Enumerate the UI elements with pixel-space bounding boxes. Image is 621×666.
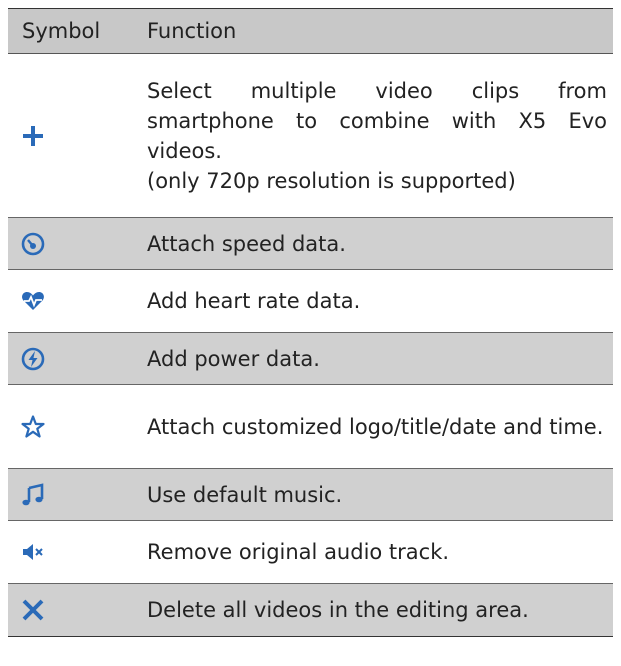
table-row: Select multiple video clips from smartph…: [8, 54, 613, 218]
symbol-column-header: Symbol: [22, 19, 101, 43]
star-icon: [21, 414, 45, 438]
table-row: Delete all videos in the editing area.: [8, 583, 613, 637]
table-row: Add power data.: [8, 332, 613, 385]
speedometer-icon: [21, 232, 45, 255]
power-bolt-icon: [21, 347, 45, 370]
table-row: Use default music.: [8, 468, 613, 521]
function-text: Attach speed data.: [147, 231, 346, 256]
table-row: Attach customized logo/title/date and ti…: [8, 385, 613, 469]
symbol-function-table: Symbol Function Select multiple video cl…: [8, 8, 613, 637]
delete-x-icon: [22, 599, 44, 621]
function-text: Add heart rate data.: [147, 289, 361, 313]
function-text: Remove original audio track.: [147, 540, 450, 564]
heart-rate-icon: [22, 292, 44, 310]
function-text: Add power data.: [147, 346, 320, 371]
table-row: Remove original audio track.: [8, 521, 613, 584]
function-text: Delete all videos in the editing area.: [147, 598, 529, 622]
music-note-icon: [22, 482, 44, 505]
mute-speaker-icon: [23, 544, 43, 560]
function-column-header: Function: [147, 19, 237, 43]
function-note: (only 720p resolution is supported): [147, 168, 516, 193]
function-text: Select multiple video clips from smartph…: [147, 78, 607, 163]
function-text: Attach customized logo/title/date and ti…: [147, 414, 604, 439]
table-row: Add heart rate data.: [8, 270, 613, 333]
plus-icon: [23, 125, 43, 146]
function-text: Use default music.: [147, 482, 343, 507]
table-row: Attach speed data.: [8, 217, 613, 270]
table-header-row: Symbol Function: [8, 8, 613, 54]
